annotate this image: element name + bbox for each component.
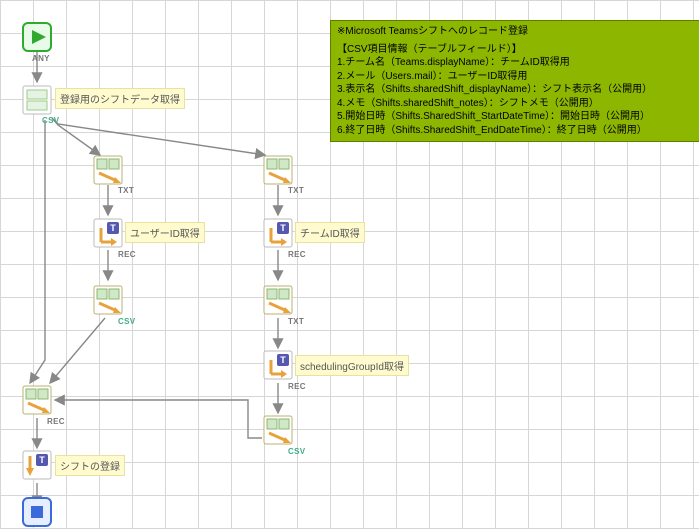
note-sched-id: schedulingGroupId取得	[295, 355, 409, 376]
info-sticky: ※Microsoft Teamsシフトへのレコード登録 【CSV項目情報（テーブ…	[330, 20, 699, 142]
shift-register-node[interactable]: T	[22, 450, 52, 480]
scheduling-group-node[interactable]: T	[263, 350, 293, 380]
txt-producer-left[interactable]	[93, 155, 123, 185]
note-load-csv: 登録用のシフトデータ取得	[55, 88, 185, 109]
svg-text:T: T	[280, 223, 286, 233]
teams-team-node[interactable]: T	[263, 218, 293, 248]
svg-text:T: T	[280, 355, 286, 365]
port-rec-m: REC	[47, 417, 65, 426]
note-user-id: ユーザーID取得	[125, 222, 205, 243]
port-rec-l: REC	[118, 250, 136, 259]
flow-canvas: ※Microsoft Teamsシフトへのレコード登録 【CSV項目情報（テーブ…	[0, 0, 699, 529]
txt-producer-right[interactable]	[263, 155, 293, 185]
port-txt-l: TXT	[118, 186, 134, 195]
info-line-5: 5.開始日時（Shifts.SharedShift_StartDateTime）…	[337, 110, 695, 124]
info-title: ※Microsoft Teamsシフトへのレコード登録	[337, 25, 695, 39]
note-team-id: チームID取得	[295, 222, 365, 243]
csv-loader-node[interactable]	[22, 85, 52, 115]
svg-text:T: T	[110, 223, 116, 233]
info-line-2: 2.メール（Users.mail）：ユーザーID取得用	[337, 70, 695, 84]
note-register: シフトの登録	[55, 455, 125, 476]
svg-text:T: T	[39, 455, 45, 465]
port-rec-s: REC	[288, 382, 306, 391]
port-csv-l: CSV	[118, 317, 135, 326]
info-line-1: 1.チーム名（Teams.displayName）：チームID取得用	[337, 56, 695, 70]
info-line-4: 4.メモ（Shifts.sharedShift_notes）：シフトメモ（公開用…	[337, 97, 695, 111]
teams-user-node[interactable]: T	[93, 218, 123, 248]
info-section: 【CSV項目情報（テーブルフィールド）】	[337, 43, 695, 57]
txt-producer-right-2[interactable]	[263, 285, 293, 315]
port-csv-r: CSV	[288, 447, 305, 456]
port-csv-1: CSV	[42, 116, 59, 125]
csv-producer-right[interactable]	[263, 415, 293, 445]
end-node[interactable]	[22, 497, 52, 527]
info-line-3: 3.表示名（Shifts.sharedShift_displayName）：シフ…	[337, 83, 695, 97]
start-node[interactable]	[22, 22, 52, 52]
port-txt-r2: TXT	[288, 317, 304, 326]
csv-producer-left[interactable]	[93, 285, 123, 315]
merge-node[interactable]	[22, 385, 52, 415]
info-line-6: 6.終了日時（Shifts.SharedShift_EndDateTime）：終…	[337, 124, 695, 138]
port-txt-r: TXT	[288, 186, 304, 195]
port-rec-r: REC	[288, 250, 306, 259]
port-any: ANY	[32, 54, 50, 63]
